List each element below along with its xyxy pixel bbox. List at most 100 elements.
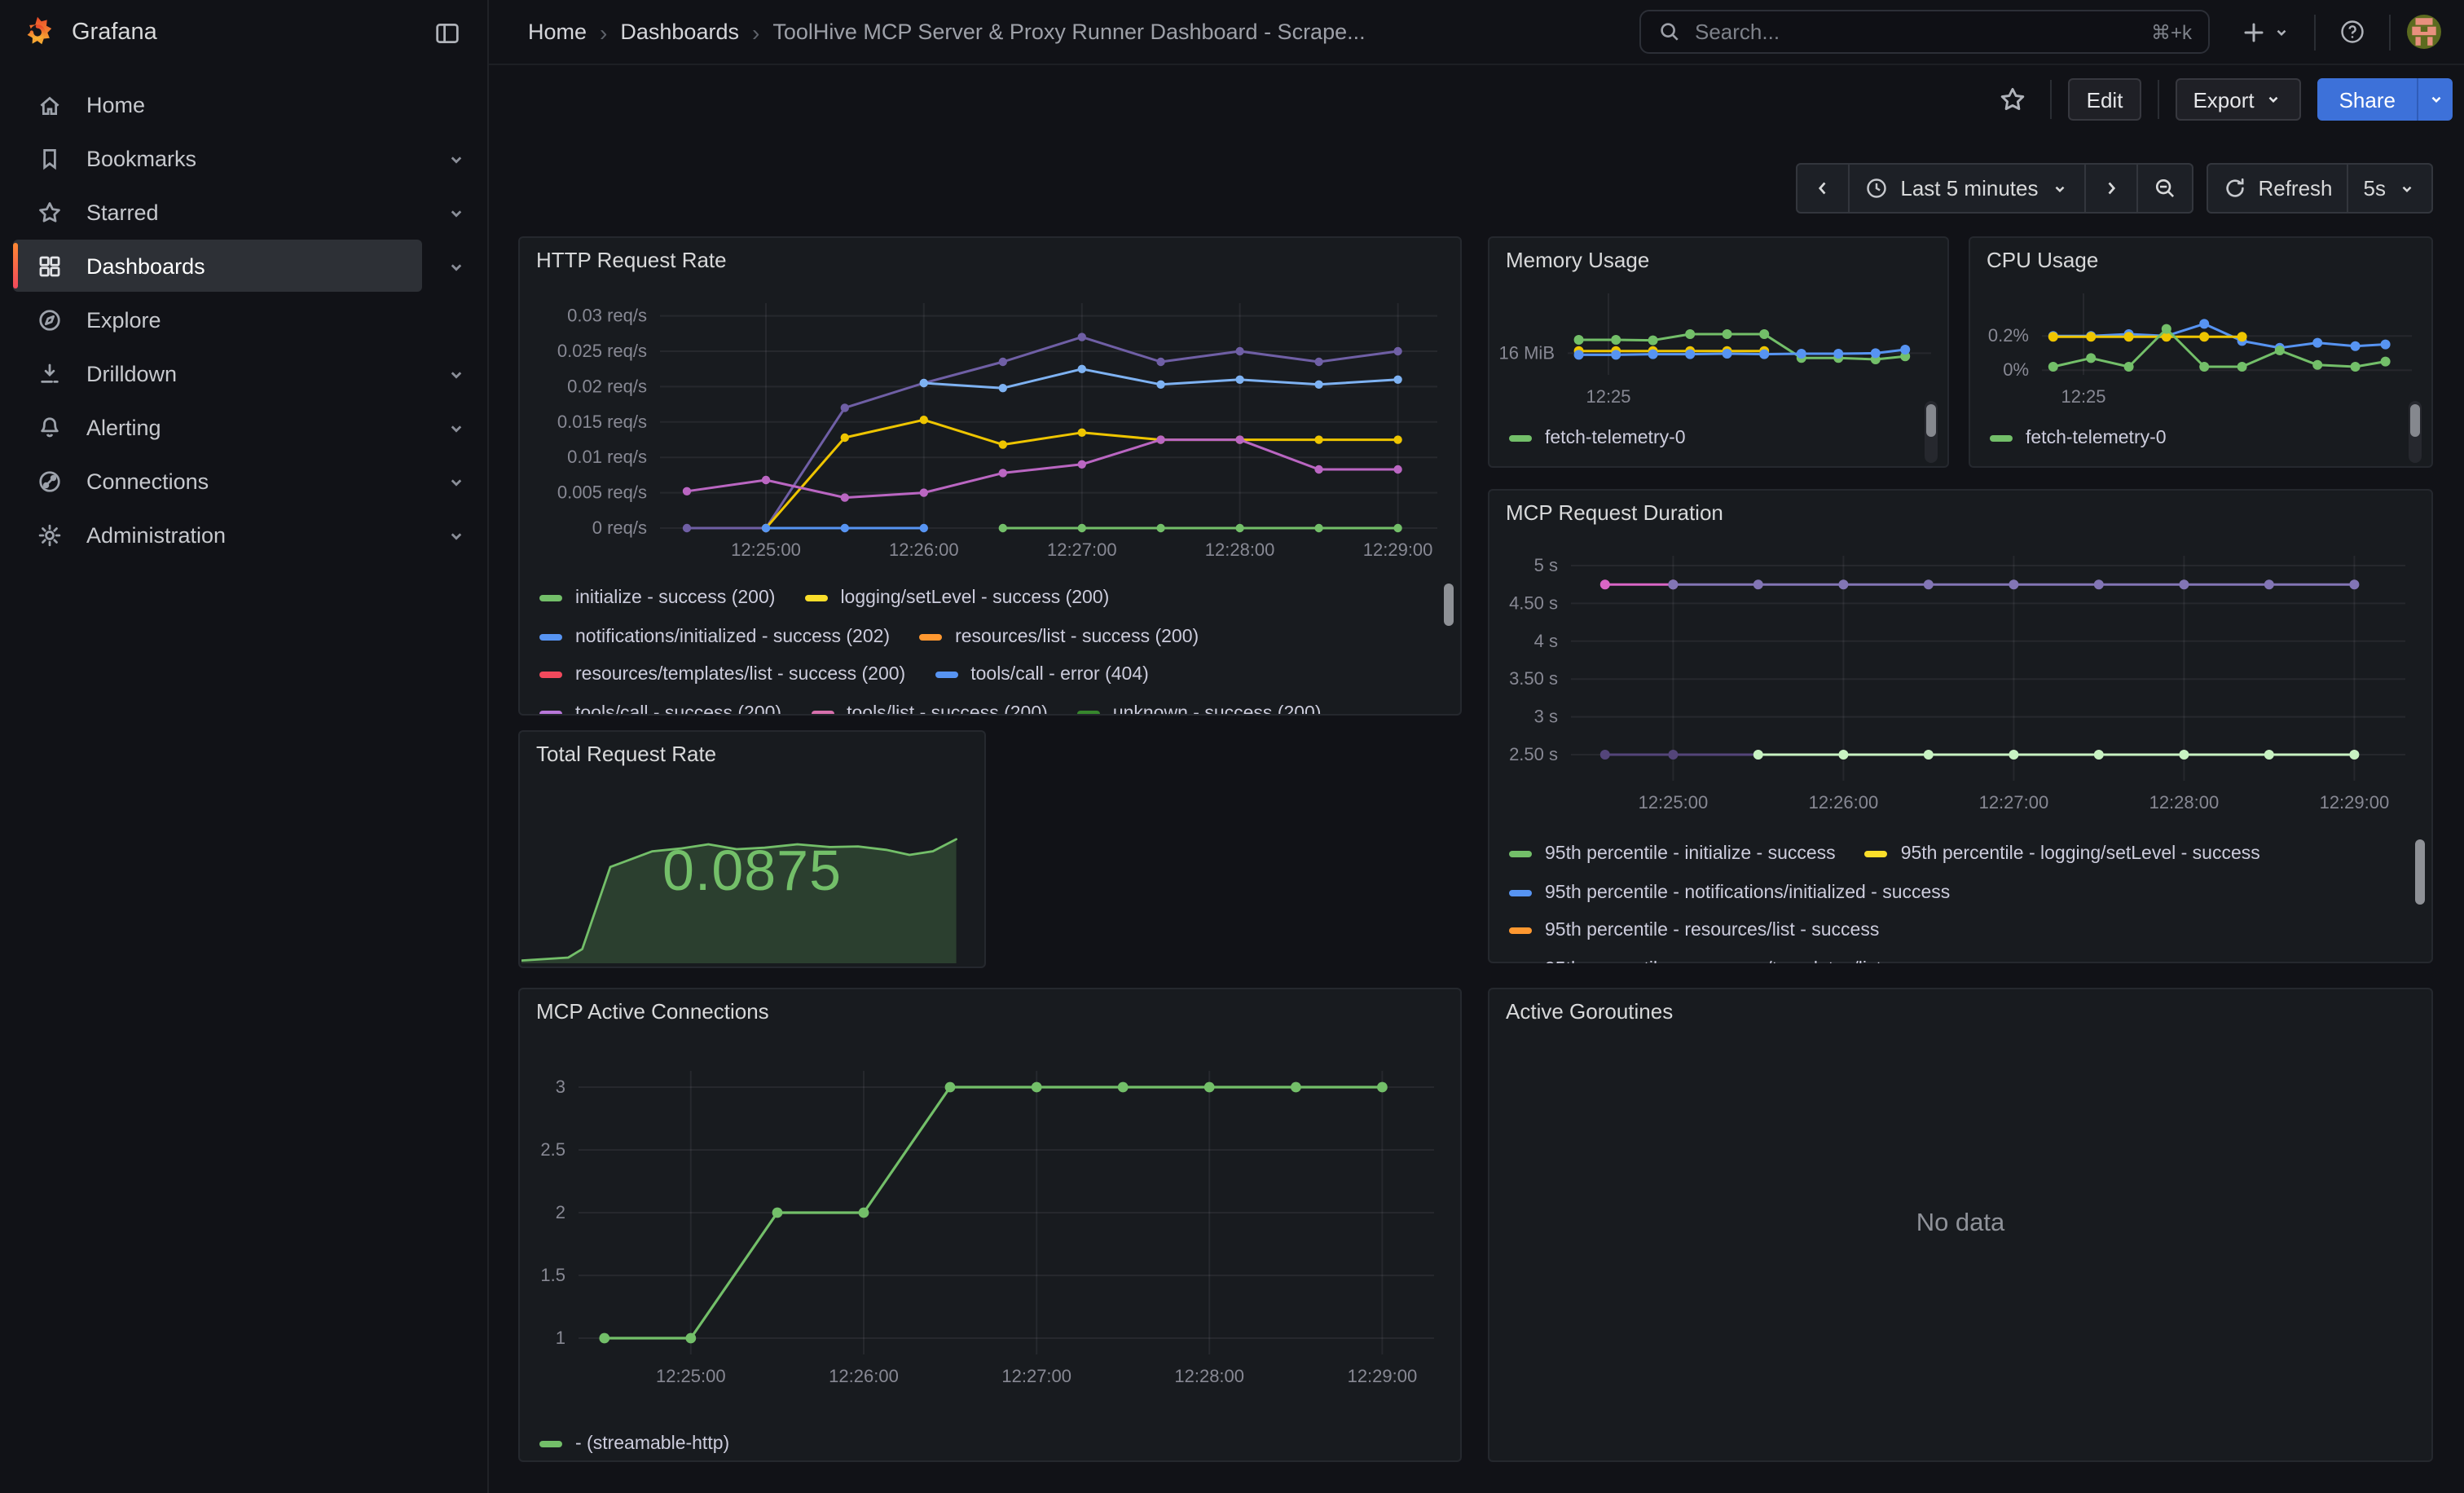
divider — [2314, 14, 2316, 50]
chevron-down-icon[interactable] — [445, 255, 468, 278]
breadcrumb-dashboards[interactable]: Dashboards — [620, 20, 739, 44]
search-shortcut: ⌘+k — [2151, 20, 2192, 43]
svg-text:12:28:00: 12:28:00 — [1205, 540, 1275, 560]
panel-total-request-rate: Total Request Rate 0.0875 — [518, 730, 986, 968]
svg-text:3: 3 — [556, 1077, 565, 1097]
chevron-down-icon — [2264, 90, 2284, 109]
sidebar-item-explore[interactable]: Explore — [0, 293, 487, 347]
sidebar-item-alerting[interactable]: Alerting — [0, 401, 487, 455]
legend-item[interactable]: logging/setLevel - success (200) — [804, 582, 1109, 614]
legend-item[interactable]: tools/call - success (200) — [539, 697, 781, 714]
legend-color-chip — [1509, 889, 1532, 896]
panel-title[interactable]: Memory Usage — [1506, 248, 1649, 272]
svg-text:12:25:00: 12:25:00 — [731, 540, 801, 560]
refresh-interval-picker[interactable]: 5s — [2349, 163, 2433, 214]
legend-item[interactable]: tools/list - success (200) — [811, 697, 1048, 714]
sidebar-item-label: Dashboards — [86, 254, 487, 279]
legend-item[interactable]: tools/call - error (404) — [935, 658, 1149, 691]
legend-item[interactable]: - (streamable-http) — [539, 1428, 729, 1460]
sidebar-item-dashboards[interactable]: Dashboards — [0, 240, 487, 293]
sidebar-item-administration[interactable]: Administration — [0, 509, 487, 562]
mcp-active-connections-chart[interactable]: 12:25:0012:26:0012:27:0012:28:0012:29:00… — [520, 1055, 1460, 1421]
svg-text:12:28:00: 12:28:00 — [2149, 792, 2220, 813]
legend-item[interactable]: fetch-telemetry-0 — [1509, 422, 1686, 455]
sidebar-item-drilldown[interactable]: Drilldown — [0, 347, 487, 401]
panel-title[interactable]: Active Goroutines — [1506, 999, 1673, 1024]
legend-scrollbar[interactable] — [2415, 839, 2425, 905]
legend-scrollbar[interactable] — [1925, 401, 1938, 463]
svg-text:0.025 req/s: 0.025 req/s — [557, 341, 647, 361]
legend-scrollbar[interactable] — [2409, 401, 2422, 463]
add-button[interactable] — [2231, 9, 2301, 55]
edit-button[interactable]: Edit — [2069, 78, 2141, 121]
legend-color-chip — [539, 710, 562, 714]
chevron-down-icon[interactable] — [445, 524, 468, 547]
panel-title[interactable]: HTTP Request Rate — [536, 248, 727, 272]
breadcrumb-home[interactable]: Home — [528, 20, 587, 44]
legend-color-chip — [1509, 435, 1532, 442]
time-forward-button[interactable] — [2085, 163, 2137, 214]
avatar[interactable] — [2407, 15, 2441, 49]
zoom-out-icon — [2152, 176, 2176, 200]
divider — [2157, 80, 2158, 119]
legend-item[interactable]: fetch-telemetry-0 — [1990, 422, 2167, 455]
chevron-down-icon[interactable] — [445, 416, 468, 439]
sidebar-item-home[interactable]: Home — [0, 78, 487, 132]
mcp-request-duration-chart[interactable]: 12:25:0012:26:0012:27:0012:28:0012:29:00… — [1489, 533, 2431, 826]
legend-scrollbar[interactable] — [1444, 584, 1454, 626]
dock-sidebar-icon[interactable] — [424, 10, 471, 55]
legend-item[interactable]: unknown - success (200) — [1077, 697, 1322, 714]
legend-item[interactable]: resources/templates/list - success (200) — [539, 658, 905, 691]
svg-text:12:29:00: 12:29:00 — [1348, 1366, 1418, 1386]
svg-text:2.5: 2.5 — [540, 1139, 565, 1160]
legend-item[interactable]: resources/list - success (200) — [919, 620, 1199, 653]
legend-color-chip — [804, 595, 827, 601]
search-input[interactable]: Search... ⌘+k — [1639, 10, 2210, 54]
legend-item[interactable]: initialize - success (200) — [539, 582, 775, 614]
refresh-button[interactable]: Refresh — [2206, 163, 2348, 214]
favorite-star-icon[interactable] — [1992, 78, 2035, 121]
memory-usage-legend: fetch-telemetry-0 — [1509, 421, 1908, 463]
cpu-usage-legend: fetch-telemetry-0 — [1990, 421, 2392, 463]
total-request-rate-value: 0.0875 — [520, 839, 984, 905]
chevron-down-icon[interactable] — [445, 201, 468, 224]
no-data-message: No data — [1489, 1209, 2431, 1238]
panel-title[interactable]: MCP Request Duration — [1506, 500, 1723, 525]
panel-title[interactable]: CPU Usage — [1987, 248, 2098, 272]
share-button[interactable]: Share — [2318, 78, 2417, 121]
svg-text:0.2%: 0.2% — [1988, 325, 2029, 346]
memory-usage-chart[interactable]: 12:2516 MiB — [1489, 280, 1947, 411]
legend-item[interactable]: notifications/initialized - success (202… — [539, 620, 890, 653]
grafana-logo[interactable] — [20, 15, 55, 51]
sidebar-item-connections[interactable]: Connections — [0, 455, 487, 509]
panel-title[interactable]: MCP Active Connections — [536, 999, 769, 1024]
sidebar-item-label: Connections — [86, 469, 487, 494]
panel-mcp-request-duration: MCP Request Duration 12:25:0012:26:0012:… — [1488, 489, 2433, 963]
cpu-usage-chart[interactable]: 12:250.2%0% — [1970, 280, 2431, 411]
legend-item[interactable]: 95th percentile - notifications/initiali… — [1509, 876, 1950, 909]
time-back-button[interactable] — [1796, 163, 1850, 214]
share-dropdown-arrow[interactable] — [2417, 78, 2453, 121]
svg-text:12:27:00: 12:27:00 — [1001, 1366, 1071, 1386]
sidebar-item-label: Alerting — [86, 416, 487, 440]
sidebar-item-starred[interactable]: Starred — [0, 186, 487, 240]
legend-item[interactable]: 95th percentile - resources/list - succe… — [1509, 914, 1879, 947]
legend-item[interactable]: 95th percentile - initialize - success — [1509, 838, 1836, 870]
time-range-picker[interactable]: Last 5 minutes — [1850, 163, 2085, 214]
chevron-down-icon[interactable] — [445, 470, 468, 493]
panel-title[interactable]: Total Request Rate — [536, 742, 716, 766]
sidebar-item-bookmarks[interactable]: Bookmarks — [0, 132, 487, 186]
svg-text:12:28:00: 12:28:00 — [1174, 1366, 1244, 1386]
grafana-app: Grafana Home Bookmarks Starred — [0, 0, 2464, 1493]
time-controls: Last 5 minutes Refresh 5s — [1796, 163, 2433, 214]
refresh-interval-label: 5s — [2364, 176, 2386, 200]
legend-item[interactable]: 95th percentile - logging/setLevel - suc… — [1865, 838, 2260, 870]
chevron-down-icon[interactable] — [445, 363, 468, 385]
help-icon[interactable] — [2329, 9, 2376, 55]
zoom-out-button[interactable] — [2137, 163, 2193, 214]
http-request-rate-chart[interactable]: 12:25:0012:26:0012:27:0012:28:0012:29:00… — [520, 280, 1460, 574]
legend-item[interactable]: 95th percentile - resources/templates/li… — [1509, 953, 1965, 963]
chevron-down-icon[interactable] — [445, 148, 468, 170]
refresh-icon — [2222, 176, 2246, 200]
export-button[interactable]: Export — [2175, 78, 2301, 121]
